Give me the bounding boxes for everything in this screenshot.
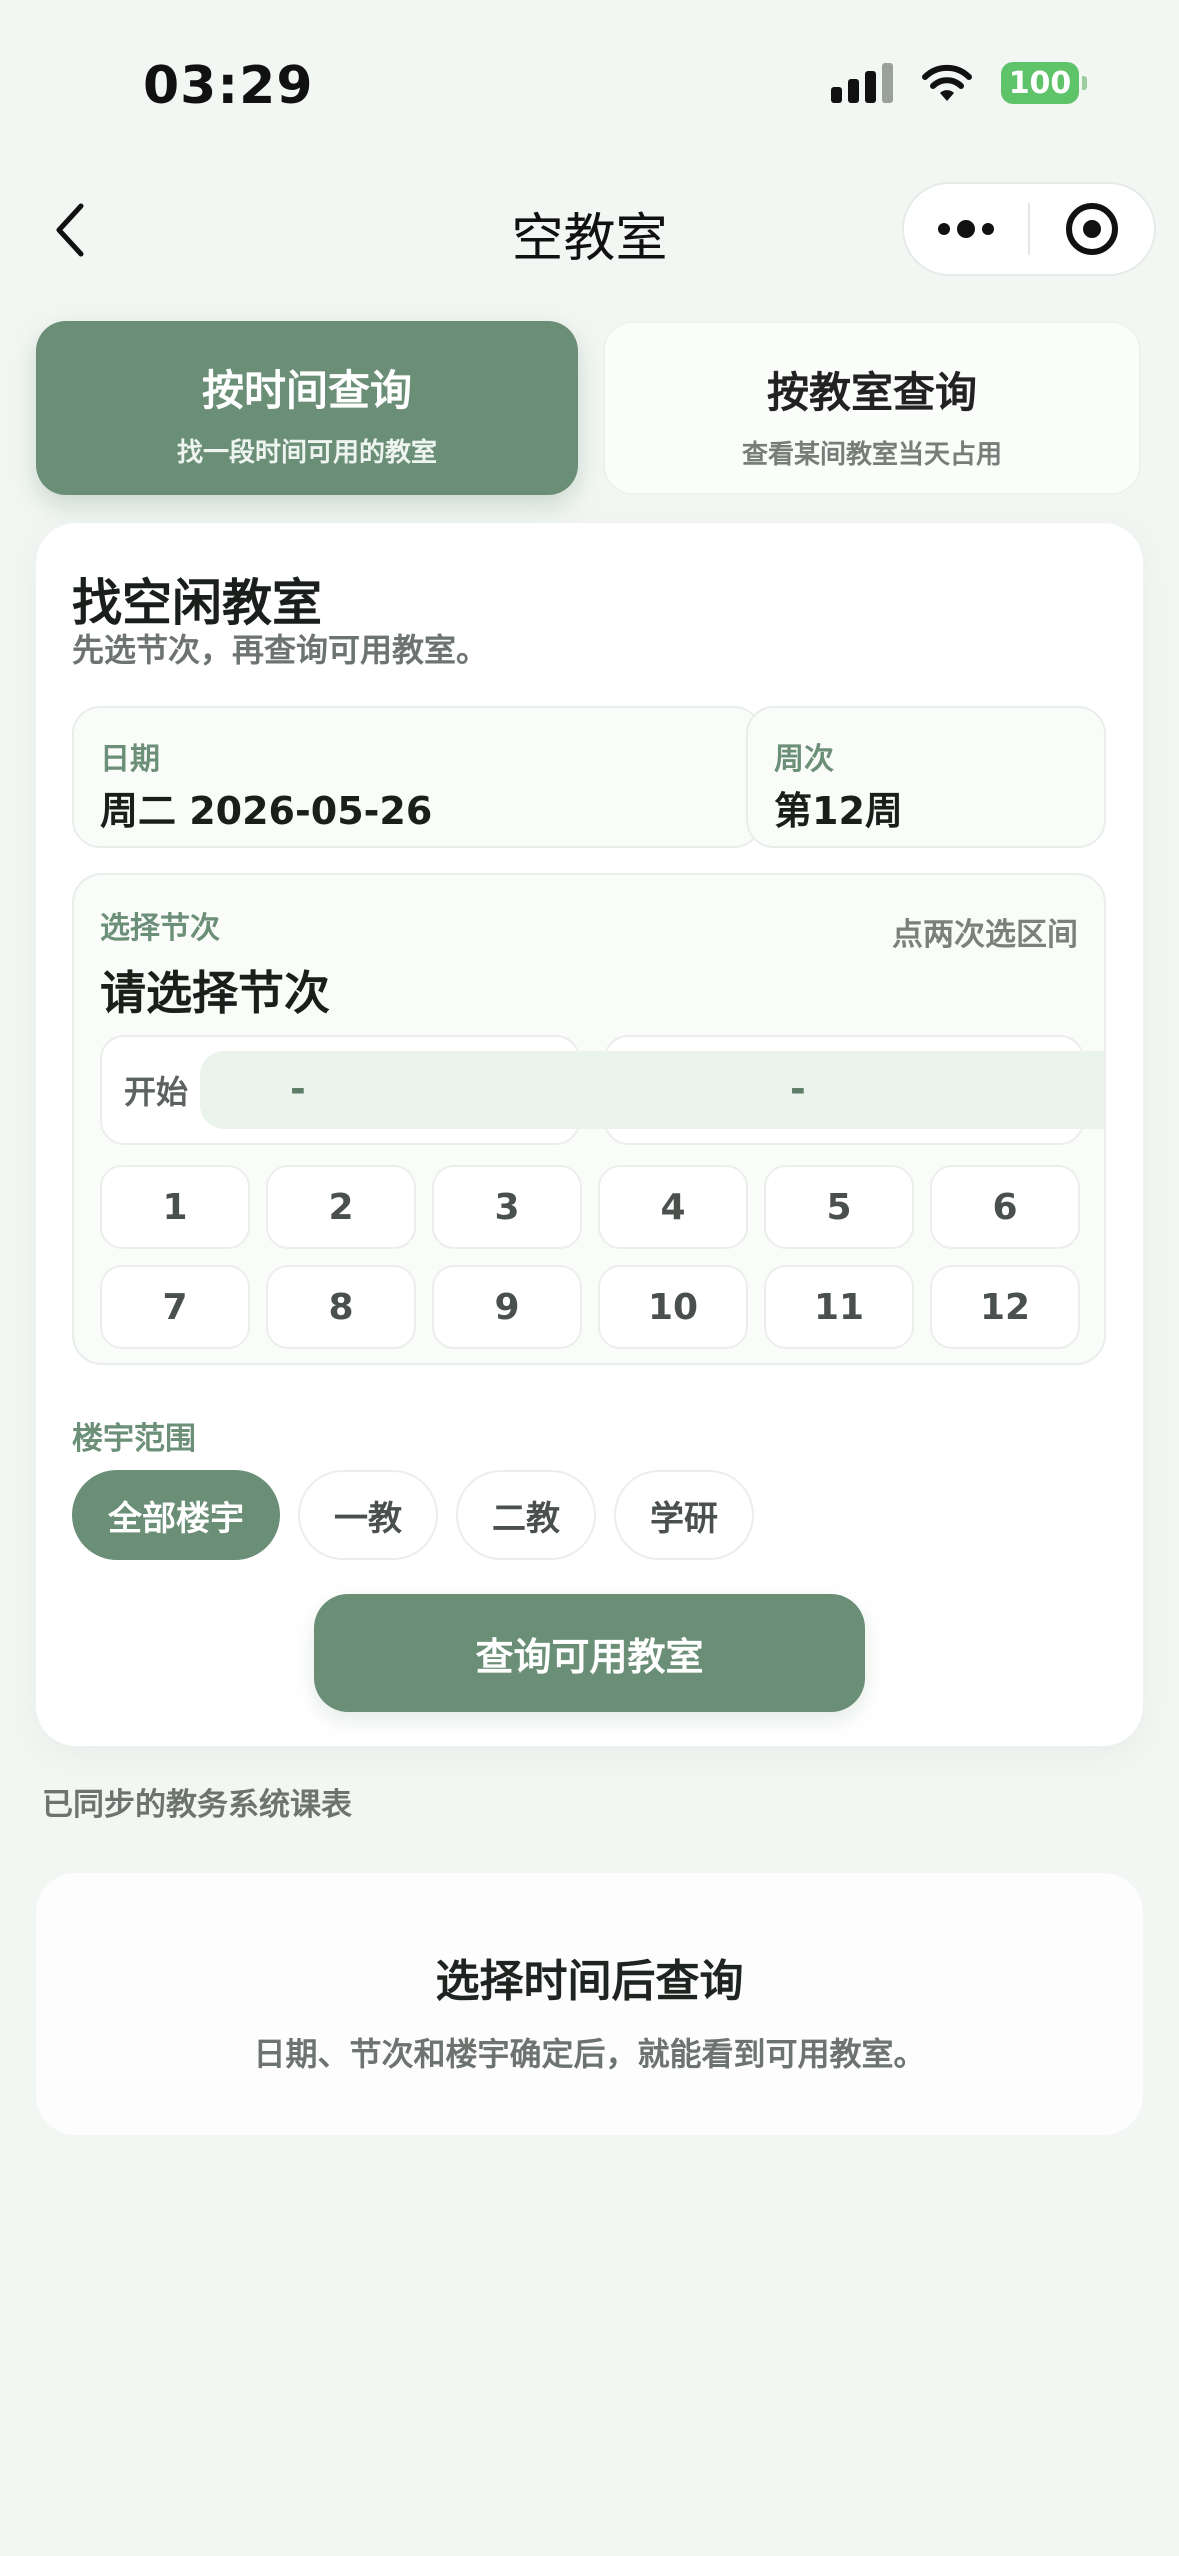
period-option-6[interactable]: 6 (930, 1165, 1080, 1249)
period-option-12[interactable]: 12 (930, 1265, 1080, 1349)
week-label: 周次 (774, 742, 834, 777)
building-chip-1[interactable]: 一教 (298, 1470, 438, 1560)
building-chip-all[interactable]: 全部楼宇 (72, 1470, 280, 1560)
mini-program-capsule (902, 182, 1156, 276)
range-start-label: 开始 (124, 1073, 189, 1111)
period-range-display: 开始 - - (100, 1035, 1104, 1145)
period-option-8[interactable]: 8 (266, 1265, 416, 1349)
period-option-11[interactable]: 11 (764, 1265, 914, 1349)
query-classrooms-button[interactable]: 查询可用教室 (314, 1594, 865, 1712)
status-icons: 100 (831, 62, 1087, 104)
more-button[interactable] (904, 184, 1028, 274)
finder-subtitle: 先选节次，再查询可用教室。 (72, 631, 489, 669)
tab-by-time-subtitle: 找一段时间可用的教室 (176, 438, 437, 468)
sync-note: 已同步的教务系统课表 (42, 1787, 352, 1823)
tab-by-time-title: 按时间查询 (201, 366, 412, 415)
period-option-9[interactable]: 9 (432, 1265, 582, 1349)
cellular-signal-icon (831, 63, 893, 103)
building-label: 楼宇范围 (72, 1421, 196, 1457)
empty-state-title: 选择时间后查询 (435, 1956, 744, 2007)
building-chips: 全部楼宇 一教 二教 学研 (72, 1470, 754, 1560)
close-miniprogram-button[interactable] (1030, 184, 1154, 274)
building-chip-research[interactable]: 学研 (614, 1470, 754, 1560)
battery-icon: 100 (1001, 62, 1087, 104)
week-value: 第12周 (774, 789, 903, 833)
week-field[interactable]: 周次 第12周 (746, 706, 1106, 848)
range-start-value: - (290, 1067, 306, 1111)
status-time: 03:29 (143, 56, 314, 116)
building-chip-2[interactable]: 二教 (456, 1470, 596, 1560)
tab-by-classroom-subtitle: 查看某间教室当天占用 (741, 440, 1002, 470)
period-option-1[interactable]: 1 (100, 1165, 250, 1249)
period-option-4[interactable]: 4 (598, 1165, 748, 1249)
range-end-value: - (790, 1067, 806, 1111)
wifi-icon (922, 64, 972, 101)
finder-card: 找空闲教室 先选节次，再查询可用教室。 日期 周二 2026-05-26 周次 … (36, 523, 1143, 1746)
period-grid: 1 2 3 4 5 6 7 8 9 10 11 12 (100, 1165, 1080, 1349)
period-title: 请选择节次 (100, 966, 330, 1020)
tab-by-classroom-title: 按教室查询 (766, 368, 977, 417)
empty-state-subtitle: 日期、节次和楼宇确定后，就能看到可用教室。 (253, 2035, 926, 2073)
empty-state-card: 选择时间后查询 日期、节次和楼宇确定后，就能看到可用教室。 (36, 1873, 1143, 2135)
period-option-3[interactable]: 3 (432, 1165, 582, 1249)
period-hint: 点两次选区间 (892, 917, 1078, 953)
period-selector: 选择节次 点两次选区间 请选择节次 开始 - - 1 2 3 4 5 6 7 8… (72, 873, 1106, 1365)
period-option-2[interactable]: 2 (266, 1165, 416, 1249)
target-circle-icon (1066, 203, 1118, 255)
date-value: 周二 2026-05-26 (100, 789, 433, 833)
tab-by-classroom[interactable]: 按教室查询 查看某间教室当天占用 (603, 321, 1141, 495)
period-option-10[interactable]: 10 (598, 1265, 748, 1349)
period-label: 选择节次 (100, 911, 220, 946)
empty-classroom-page: 03:29 100 空教室 按时间查询 找一段时间可用的教室 按教室查询 查看某… (0, 0, 1179, 2556)
period-option-5[interactable]: 5 (764, 1165, 914, 1249)
date-field[interactable]: 日期 周二 2026-05-26 (72, 706, 762, 848)
tab-by-time[interactable]: 按时间查询 找一段时间可用的教室 (36, 321, 578, 495)
period-option-7[interactable]: 7 (100, 1265, 250, 1349)
date-label: 日期 (100, 742, 160, 777)
more-dots-icon (938, 220, 994, 238)
range-highlight-bar: - - (200, 1051, 1104, 1129)
